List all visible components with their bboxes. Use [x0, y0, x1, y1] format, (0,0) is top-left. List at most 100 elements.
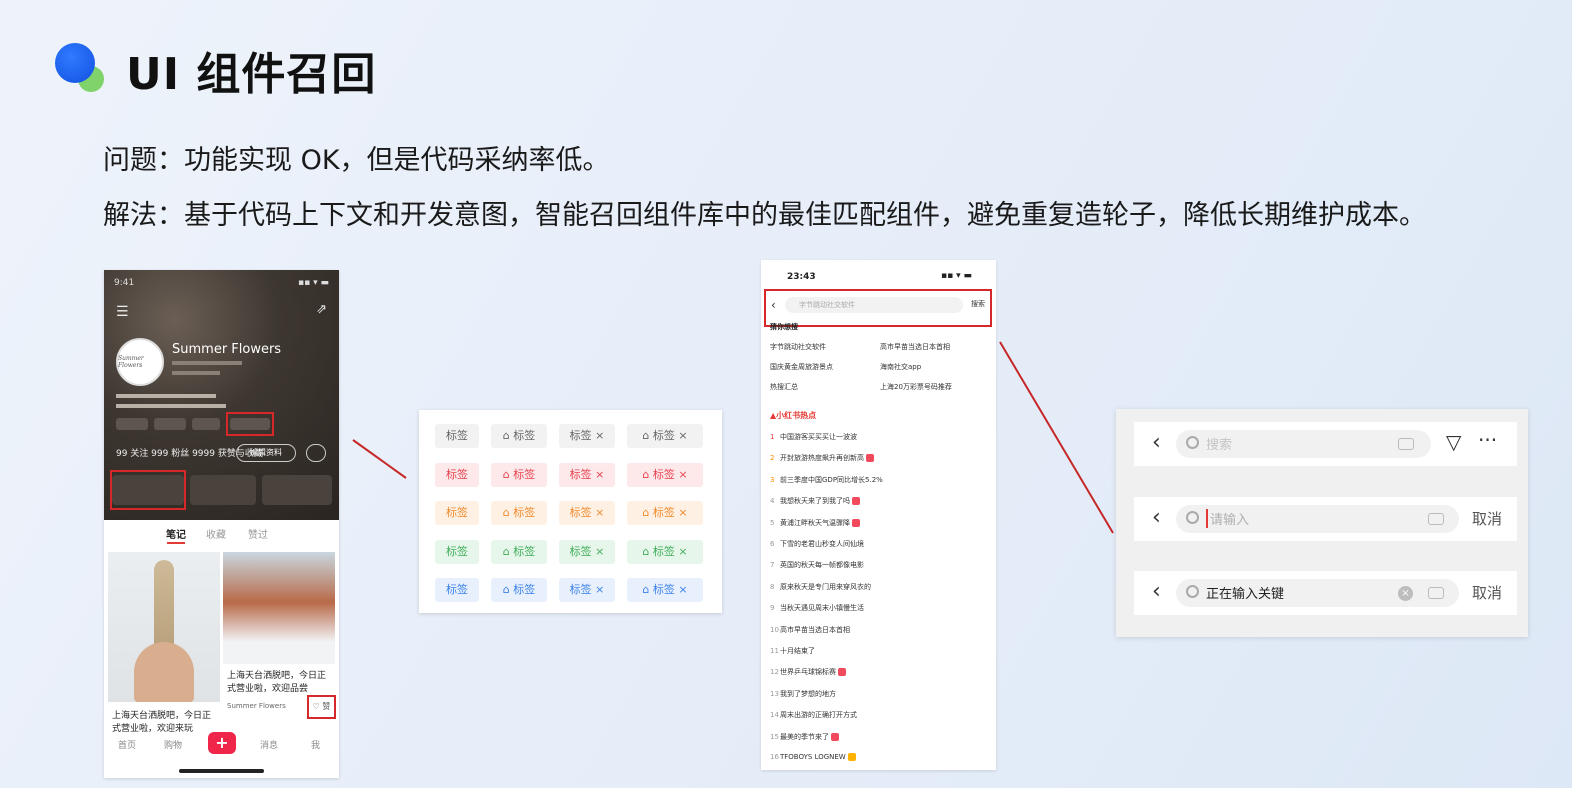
heart-icon: ♡ [312, 702, 320, 711]
tag-chip[interactable]: ⌂ 标签 [491, 539, 547, 564]
suggestion-item[interactable]: 字节跳动社交软件 [770, 342, 826, 352]
hot-list-item[interactable]: 5 黄浦江畔秋天气温骤降 [770, 518, 988, 528]
suggestion-item[interactable]: 高市早苗当选日本首相 [880, 342, 950, 352]
search-bar-variant-2: ‹ 请输入 取消 [1134, 497, 1517, 541]
tag-chip[interactable]: ⌂ 标签 × [627, 462, 703, 487]
status-time: 23:43 [787, 272, 816, 282]
hot-list-item[interactable]: 11十月结束了 [770, 646, 988, 656]
profile-card[interactable] [190, 475, 256, 505]
search-input[interactable]: 搜索 [1176, 430, 1431, 458]
guess-title: 猜你想搜 [770, 323, 798, 331]
search-phone-screenshot: 23:43 ▪▪ ▾ ▬ ‹ 字节跳动社交软件 搜索 猜你想搜 ▲小红书热点 字… [761, 260, 996, 770]
suggestion-item[interactable]: 热搜汇总 [770, 382, 798, 392]
back-icon[interactable]: ‹ [1152, 505, 1161, 530]
hot-list-item[interactable]: 9 当秋天遇见周末小镇慢生活 [770, 603, 988, 613]
hot-list-item[interactable]: 8 原来秋天是专门用来穿风衣的 [770, 582, 988, 592]
camera-icon[interactable] [1428, 587, 1444, 599]
suggestion-item[interactable]: 上海20万彩票号码推荐 [880, 382, 952, 392]
search-bar-variants-panel: ‹ 搜索 ▽ ··· ‹ 请输入 取消 ‹ 正在输入关键 × 取消 [1116, 409, 1528, 637]
nav-messages[interactable]: 消息 [260, 738, 278, 751]
problem-text: 问题：功能实现 OK，但是代码采纳率低。 [103, 145, 610, 176]
rank-number: 7 [770, 561, 775, 570]
hot-list-item[interactable]: 4 我想秋天来了到我了吗 [770, 496, 988, 506]
suggestion-item[interactable]: 国庆黄金周旅游景点 [770, 362, 833, 372]
hand-shape [134, 642, 194, 702]
tag-chip[interactable]: 标签 × [559, 501, 615, 525]
search-input[interactable]: 请输入 [1176, 505, 1459, 533]
status-icons: ▪▪ ▾ ▬ [941, 271, 972, 281]
rank-number: 1 [770, 433, 775, 441]
connector-line [999, 341, 1114, 534]
publish-button[interactable]: + [208, 732, 236, 754]
hot-list-item[interactable]: 7 英国的秋天每一帧都像电影 [770, 560, 988, 570]
tab-notes[interactable]: 笔记 [166, 526, 186, 541]
tag-chip[interactable]: 标签 × [559, 578, 615, 602]
more-icon[interactable]: ··· [1478, 428, 1497, 452]
tag-chip[interactable]: 标签 [435, 578, 479, 602]
tag-chip[interactable]: 标签 × [559, 424, 615, 448]
hot-item-label: 世界乒乓球锦标赛 [780, 668, 836, 677]
hot-list-item[interactable]: 15最美的季节来了 [770, 732, 988, 742]
rank-number: 15 [770, 732, 779, 741]
hot-list-item[interactable]: 12世界乒乓球锦标赛 [770, 667, 988, 677]
camera-icon[interactable] [1398, 438, 1414, 450]
hot-list-item[interactable]: 13我到了梦想的地方 [770, 689, 988, 699]
search-input[interactable]: 正在输入关键 × [1176, 579, 1459, 607]
hot-list-item[interactable]: 6 下雪的老君山秒变人间仙境 [770, 539, 988, 549]
suggestion-item[interactable]: 海南社交app [880, 362, 921, 372]
camera-icon[interactable] [1428, 513, 1444, 525]
hot-list-title: ▲小红书热点 [770, 411, 817, 420]
note-image-mountain[interactable] [223, 552, 335, 664]
profile-name: Summer Flowers [172, 342, 282, 357]
profile-phone-screenshot: 9:41 ▪▪ ▾ ▬ ☰ ⇗ Summer Flowers Summer Fl… [104, 270, 339, 778]
hot-list-item[interactable]: 2 开封旅游热度飙升再创新高 [770, 453, 988, 463]
profile-card[interactable] [262, 475, 332, 505]
nav-home[interactable]: 首页 [118, 738, 136, 751]
page-title: UI 组件召回 [126, 49, 377, 100]
tab-likes[interactable]: 赞过 [248, 526, 268, 541]
hot-list-item[interactable]: 3 前三季度中国GDP同比增长5.2% [770, 475, 988, 485]
hot-list-item[interactable]: 1 中国游客买买买让一波波 [770, 432, 988, 442]
hot-item-label: 最美的季节来了 [780, 732, 829, 741]
back-icon[interactable]: ‹ [1152, 430, 1161, 455]
tag-chip[interactable]: 标签 × [559, 539, 615, 564]
nav-shop[interactable]: 购物 [164, 738, 182, 751]
tag-chip[interactable]: ⌂ 标签 [491, 424, 547, 448]
tab-collections[interactable]: 收藏 [206, 526, 226, 541]
back-icon[interactable]: ‹ [1152, 579, 1161, 604]
tag-chip[interactable]: ⌂ 标签 [491, 462, 547, 487]
avatar[interactable]: Summer Flowers [116, 338, 164, 386]
nav-me[interactable]: 我 [311, 738, 320, 751]
tag-chip[interactable]: 标签 × [559, 462, 615, 487]
hot-item-label: 黄浦江畔秋天气温骤降 [780, 518, 850, 527]
tag-chip[interactable]: 标签 [435, 501, 479, 525]
like-button[interactable]: ♡ 赞 [307, 695, 336, 719]
tag-chip[interactable]: ⌂ 标签 × [627, 501, 703, 525]
clear-icon[interactable]: × [1398, 586, 1413, 601]
rank-number: 6 [770, 540, 775, 548]
hot-item-label: 高市早苗当选日本首相 [780, 625, 850, 634]
menu-icon[interactable]: ☰ [116, 304, 129, 320]
share-icon[interactable]: ⇗ [316, 302, 327, 317]
settings-button[interactable] [306, 444, 326, 462]
filter-icon[interactable]: ▽ [1446, 430, 1461, 454]
rank-number: 4 [770, 497, 775, 506]
tag-chip[interactable]: ⌂ 标签 × [627, 578, 703, 602]
hot-list-item[interactable]: 10高市早苗当选日本首相 [770, 625, 988, 635]
hot-list-item[interactable]: 16TFOBOYS LOGNEW [770, 753, 988, 761]
edit-profile-button[interactable]: 编辑资料 [236, 444, 296, 462]
hot-list-item[interactable]: 14周末出游的正确打开方式 [770, 710, 988, 720]
tag-chip[interactable]: 标签 [435, 539, 479, 564]
rank-number: 9 [770, 604, 775, 613]
search-placeholder: 请输入 [1206, 509, 1249, 528]
tag-chip[interactable]: 标签 [435, 424, 479, 448]
tag-component-panel: 标签 ⌂ 标签 标签 × ⌂ 标签 × 标签 ⌂ 标签 标签 × ⌂ 标签 × 标签 ⌂ 标签 标签… [419, 410, 722, 613]
tag-chip[interactable]: 标签 [435, 462, 479, 487]
cancel-button[interactable]: 取消 [1472, 582, 1502, 603]
cancel-button[interactable]: 取消 [1472, 508, 1502, 529]
tag-chip[interactable]: ⌂ 标签 [491, 578, 547, 602]
tag-chip[interactable]: ⌂ 标签 [491, 501, 547, 525]
tag-chip[interactable]: ⌂ 标签 × [627, 539, 703, 564]
tab-underline [167, 542, 185, 544]
tag-chip[interactable]: ⌂ 标签 × [627, 424, 703, 448]
